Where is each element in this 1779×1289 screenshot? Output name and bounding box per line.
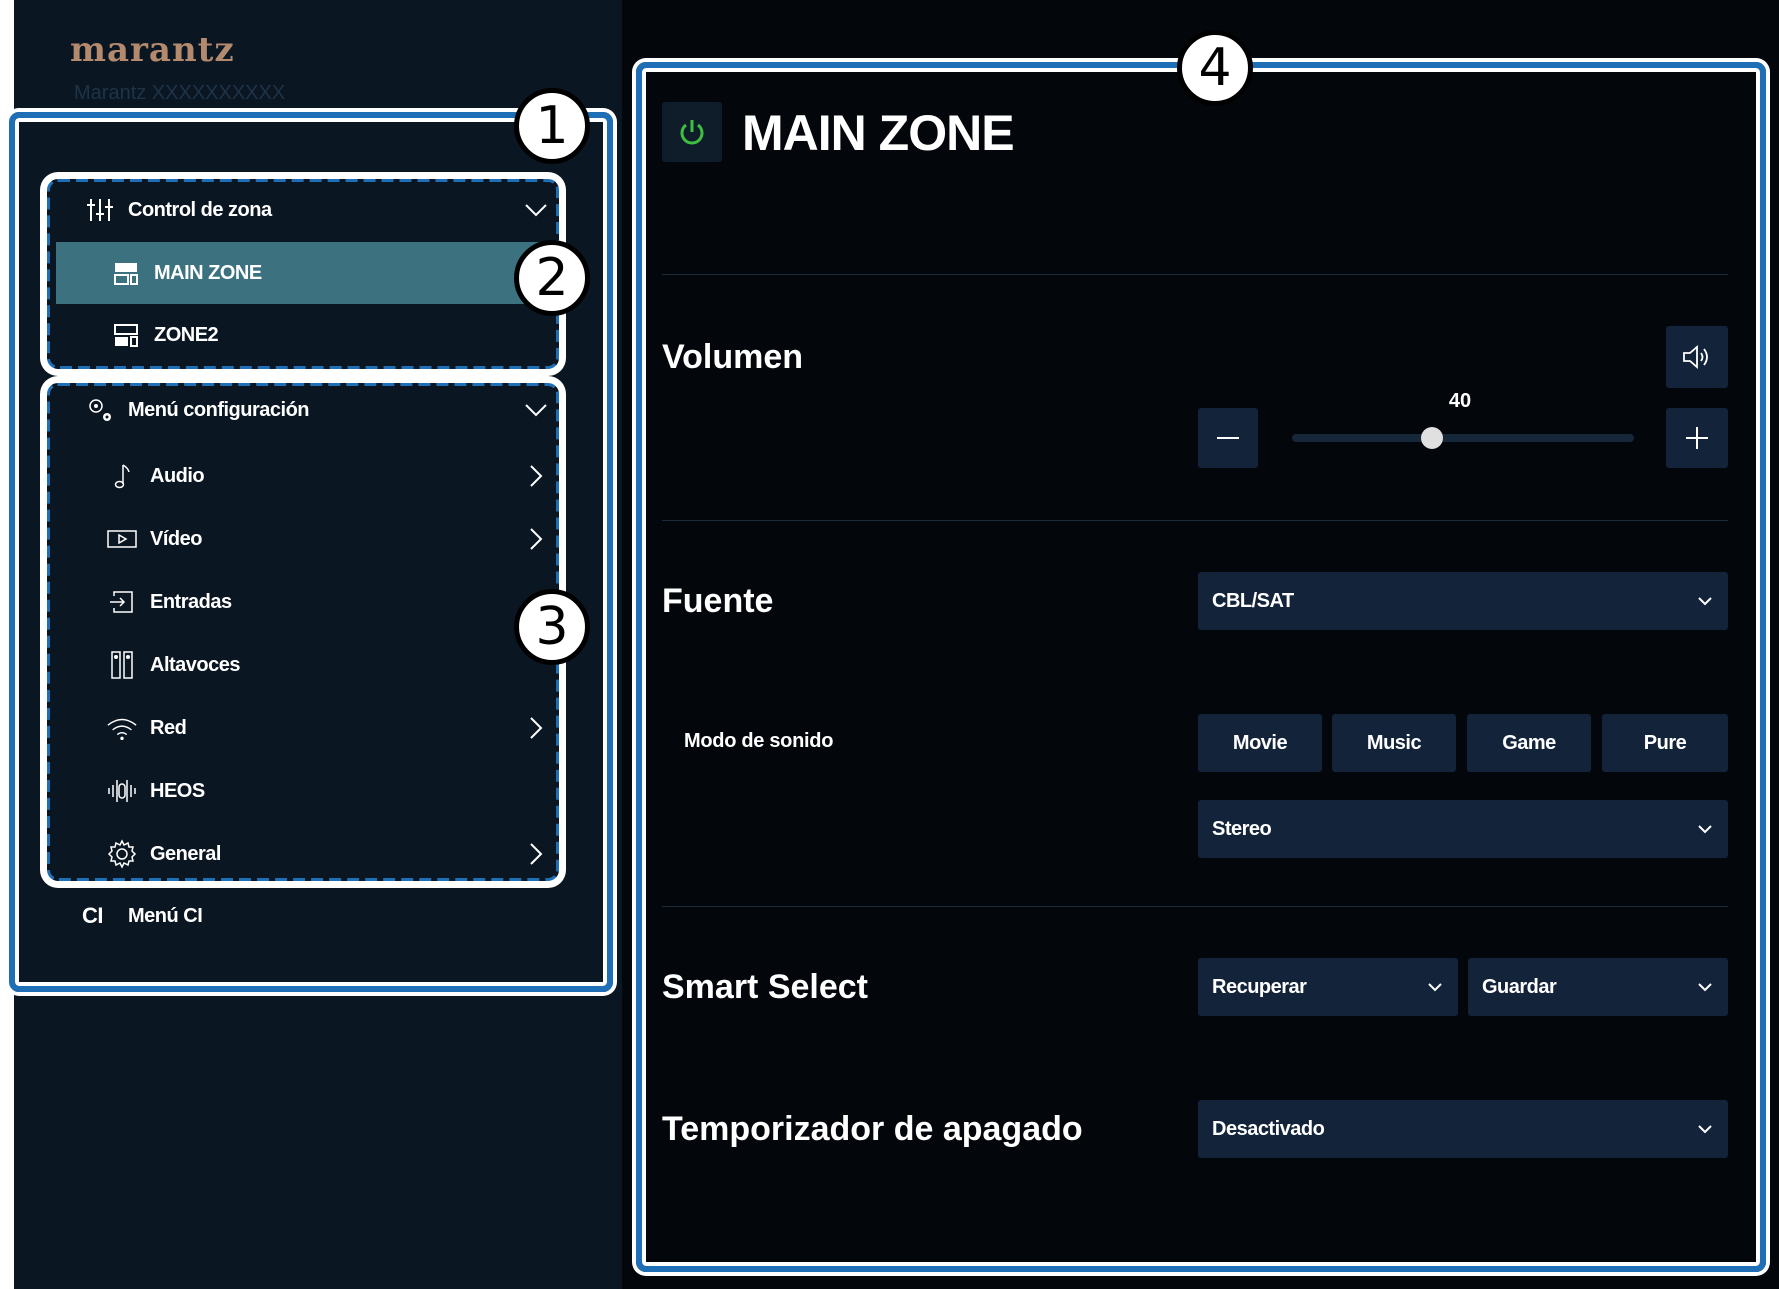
speakers-icon [106,649,138,681]
sidebar-item-main-zone[interactable]: MAIN ZONE [56,242,550,304]
sidebar-item-label: Audio [150,464,205,487]
setup-menu-header[interactable]: Menú configuración [84,390,550,430]
sidebar-item-label: Altavoces [150,653,241,676]
plus-icon [1686,427,1708,449]
chevron-down-icon [525,404,547,417]
sidebar-item-speakers[interactable]: Altavoces [106,641,550,689]
smart-select-recall-dropdown[interactable]: Recuperar [1198,958,1458,1016]
smart-select-recall-value: Recuperar [1212,975,1307,998]
chevron-down-icon [1698,983,1712,992]
sound-mode-value: Stereo [1212,817,1272,840]
volume-value: 40 [1448,390,1472,412]
sidebar-item-general[interactable]: General [106,830,550,878]
volume-label: Volumen [662,338,804,376]
sidebar-item-label: General [150,842,221,865]
chevron-down-icon [1698,597,1712,606]
sidebar-item-label: MAIN ZONE [154,261,262,284]
wifi-icon [106,712,138,744]
sidebar-item-video[interactable]: Vídeo [106,515,550,563]
smart-select-label: Smart Select [662,968,868,1006]
model-name: Marantz XXXXXXXXXX [74,82,286,104]
speaker-icon [1683,345,1708,369]
chevron-down-icon [525,204,547,217]
page-title: MAIN ZONE [742,105,1015,161]
setup-menu-label: Menú configuración [128,398,310,421]
sound-mode-label: Modo de sonido [684,730,834,752]
source-label: Fuente [662,582,774,620]
input-icon [106,586,138,618]
sidebar-item-zone2[interactable]: ZONE2 [56,304,550,366]
sound-mode-game-button[interactable]: Game [1467,714,1591,772]
volume-down-button[interactable] [1198,408,1258,468]
sidebar-item-inputs[interactable]: Entradas [106,578,550,626]
gear-icon [106,838,138,870]
main-zone-icon [110,257,142,289]
sound-mode-movie-button[interactable]: Movie [1198,714,1322,772]
mute-button[interactable] [1666,326,1728,388]
gears-icon [84,394,116,426]
music-note-icon [106,460,138,492]
sidebar-item-audio[interactable]: Audio [106,452,550,500]
zone-control-header[interactable]: Control de zona [84,190,550,230]
sleep-timer-value: Desactivado [1212,1117,1325,1140]
chevron-right-icon [530,843,543,865]
video-icon [106,523,138,555]
chevron-right-icon [530,528,543,550]
sidebar-item-label: Vídeo [150,527,202,550]
sidebar-item-label: ZONE2 [154,323,219,346]
smart-select-save-dropdown[interactable]: Guardar [1468,958,1728,1016]
source-dropdown[interactable]: CBL/SAT [1198,572,1728,630]
sidebar-item-heos[interactable]: HEOS [106,767,550,815]
marantz-logo: marantz [70,30,235,70]
sound-mode-dropdown[interactable]: Stereo [1198,800,1728,858]
volume-slider-thumb[interactable] [1420,427,1443,449]
source-value: CBL/SAT [1212,589,1294,612]
sidebar-item-network[interactable]: Red [106,704,550,752]
minus-icon [1217,437,1239,439]
chevron-right-icon [530,465,543,487]
smart-select-save-value: Guardar [1482,975,1557,998]
chevron-right-icon [530,717,543,739]
annotation-badge-4: 4 [1177,30,1253,106]
sound-mode-pure-button[interactable]: Pure [1602,714,1728,772]
sliders-icon [84,194,116,226]
power-button[interactable] [662,102,722,162]
chevron-down-icon [1698,1125,1712,1134]
sidebar-item-label: Red [150,716,187,739]
zone-control-label: Control de zona [128,198,272,221]
ci-icon: CI [82,903,104,928]
zone2-icon [110,319,142,351]
sidebar-item-ci-menu[interactable]: CI Menú CI [82,896,542,936]
chevron-down-icon [1428,983,1442,992]
annotation-badge-3: 3 [514,589,590,665]
annotation-badge-2: 2 [514,240,590,316]
sidebar-item-label: Entradas [150,590,232,613]
divider [662,906,1728,907]
chevron-down-icon [1698,825,1712,834]
sidebar-item-label: HEOS [150,779,205,802]
divider [662,274,1728,275]
sound-mode-music-button[interactable]: Music [1332,714,1456,772]
annotation-badge-1: 1 [514,88,590,164]
power-icon [680,120,704,145]
sleep-timer-label: Temporizador de apagado [662,1110,1083,1148]
divider [662,520,1728,521]
volume-up-button[interactable] [1666,408,1728,468]
heos-icon [106,775,138,807]
volume-slider-track[interactable] [1292,434,1634,442]
sleep-timer-dropdown[interactable]: Desactivado [1198,1100,1728,1158]
sidebar-item-label: Menú CI [128,904,203,927]
annotation-frame-4 [636,62,1766,1272]
